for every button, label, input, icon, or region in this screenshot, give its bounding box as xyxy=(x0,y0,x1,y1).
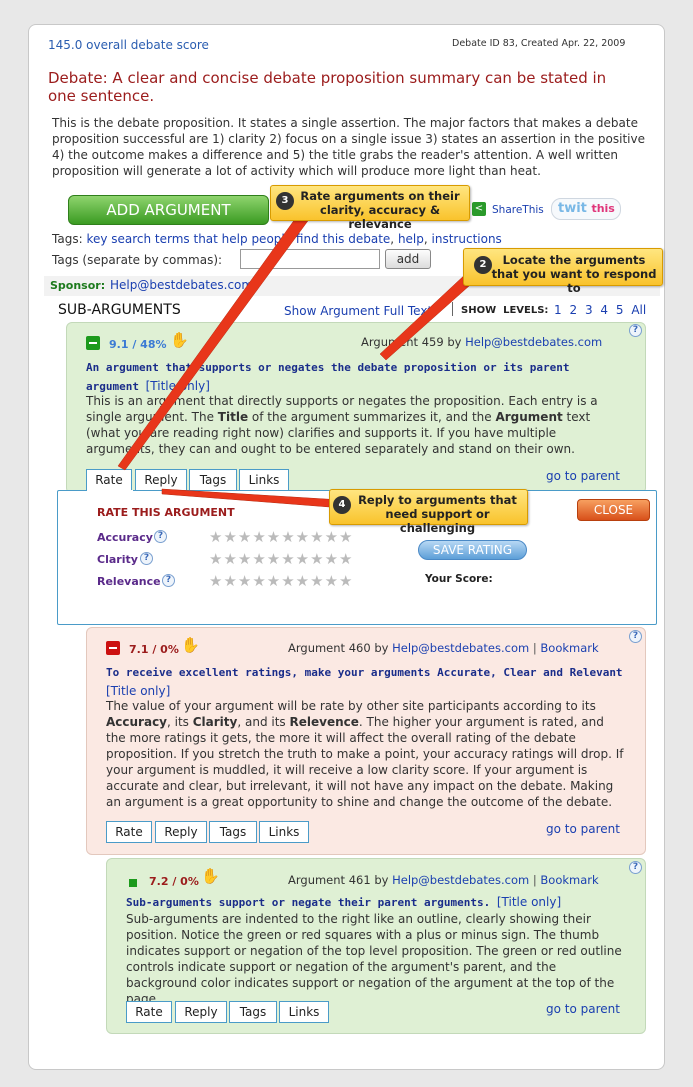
callout-rate: Rate arguments on their clarity, accurac… xyxy=(270,185,470,231)
callout-number-2: 2 xyxy=(474,256,492,274)
callout-locate: Locate the arguments that you want to re… xyxy=(463,248,663,295)
callout-arrows xyxy=(117,211,479,509)
callout-number-4: 4 xyxy=(333,496,351,514)
arrow-to-reply-tab xyxy=(161,488,343,509)
callout-number-3: 3 xyxy=(276,192,294,210)
callout-reply: Reply to arguments that need support or … xyxy=(329,489,528,535)
arrow-to-rate-tab xyxy=(117,211,311,471)
